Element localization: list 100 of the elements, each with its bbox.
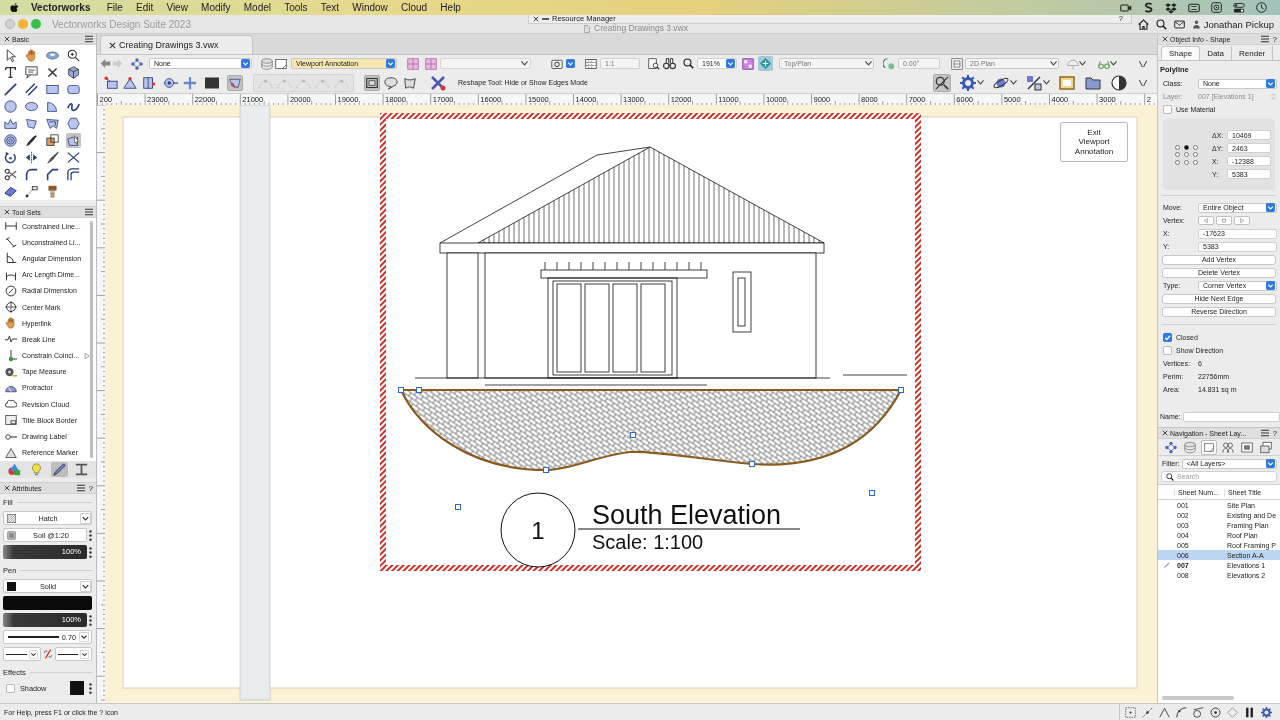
caret-down-icon[interactable] [1043,80,1050,85]
mirror-icon[interactable] [24,150,39,165]
document-tab[interactable]: Creating Drawings 3.vwx [100,35,253,54]
crossing-lines-icon[interactable] [66,150,81,165]
selection-handle[interactable] [416,387,422,393]
pause-icon[interactable] [1244,706,1255,718]
exit-viewport-annotation-button[interactable]: Exit Viewport Annotation [1060,122,1128,162]
snap-arc-icon[interactable] [1176,706,1187,718]
close-icon[interactable] [4,485,10,491]
caret-down-icon[interactable] [1110,61,1117,66]
apple-icon[interactable] [9,2,20,13]
line-icon[interactable] [3,82,18,97]
app-menu[interactable]: Vectorworks [31,2,98,13]
use-material-checkbox[interactable] [1163,105,1172,114]
anchor-point[interactable] [1184,144,1189,150]
close-icon[interactable] [4,209,10,215]
hidden-edge-icon[interactable] [227,74,243,91]
snap-magnifier-icon[interactable] [933,73,951,92]
binoculars-icon[interactable] [663,57,676,70]
ruler-grid-icon[interactable] [585,57,597,70]
zigzag-shape-icon[interactable] [3,116,18,131]
toggles-icon[interactable] [1233,1,1245,14]
user-name[interactable]: Jonathan Pickup [1203,18,1274,30]
camera-icon[interactable] [551,57,563,70]
eyedropper-icon[interactable] [24,133,39,148]
person-icon[interactable] [1191,19,1201,29]
double-line-icon[interactable] [24,82,39,97]
scrollbar[interactable] [1162,696,1234,700]
picture-frame-icon[interactable] [1058,73,1076,92]
viewport-icon[interactable] [1239,439,1255,455]
reshape-icon[interactable] [66,133,81,148]
offset-curves-icon[interactable] [66,167,81,182]
pen-color-field[interactable] [3,596,92,610]
crossed-tools-icon[interactable] [430,74,446,91]
hatched-ground-shape[interactable] [399,388,903,472]
close-icon[interactable] [533,15,539,22]
pen-nib-icon[interactable] [45,150,60,165]
diamonds-logo-icon[interactable] [1165,1,1177,14]
pencil-icon[interactable] [50,462,68,477]
cube-icon[interactable] [66,65,81,80]
name-field[interactable] [1182,411,1280,422]
contrast-icon[interactable] [1110,73,1128,92]
close-icon[interactable] [1162,36,1168,42]
quarter-arc-icon[interactable] [45,99,60,114]
scissors-icon[interactable] [3,167,18,182]
home-icon[interactable] [1137,18,1149,30]
rotate-icon[interactable] [3,150,18,165]
gear-icon[interactable] [1261,706,1272,718]
search-icon[interactable] [1155,18,1167,30]
minimize-icon[interactable] [542,17,549,20]
more-icon[interactable] [89,546,92,558]
menu-icon[interactable] [85,35,93,43]
color-swatch-icon[interactable] [70,681,84,695]
menu-item[interactable]: Window [345,2,395,13]
video-camera-icon[interactable] [1120,1,1132,14]
people-icon[interactable] [1220,439,1236,455]
eraser-icon[interactable] [3,184,18,199]
menu-icon[interactable] [1260,35,1269,43]
mail-icon[interactable] [1173,18,1185,30]
start-marker-dropdown[interactable] [3,647,41,661]
plan-view-icon[interactable] [951,57,963,70]
polygon-icon[interactable] [24,116,39,131]
menu-item[interactable]: File [100,2,130,13]
sheet-icon[interactable] [275,57,287,70]
caret-down-icon[interactable] [1010,80,1017,85]
selection-handle[interactable] [749,461,755,467]
snap-grid-icon[interactable] [1125,706,1136,718]
callout-icon[interactable] [24,65,39,80]
paint-brush-icon[interactable] [45,184,60,199]
chamfer-icon[interactable] [45,167,60,182]
end-marker-dropdown[interactable] [54,647,92,661]
concentric-rings-icon[interactable] [3,133,18,148]
rectangle-handle-icon[interactable] [103,74,119,91]
panel-tab[interactable]: Shape [1161,46,1201,60]
menu-item[interactable]: Tools [277,2,315,13]
option-checkbox[interactable] [1163,333,1172,342]
circle-icon[interactable] [3,99,18,114]
sheet-icon[interactable] [1201,439,1217,455]
diagonal-squares-icon[interactable] [1025,73,1043,92]
clock-icon[interactable] [1256,2,1267,13]
plus-icon[interactable] [182,74,198,91]
more-icon[interactable] [89,529,92,541]
more-icon[interactable] [89,682,92,694]
colored-shapes-icon[interactable] [5,462,23,477]
double-polygon-icon[interactable] [45,116,60,131]
display-icon[interactable] [1188,1,1200,14]
rectangle-icon[interactable] [45,82,60,97]
fillet-icon[interactable] [24,167,39,182]
stacked-windows-icon[interactable] [1258,439,1274,455]
close-icon[interactable] [1162,430,1168,436]
menu-item[interactable]: Cloud [394,2,434,13]
snap-point-icon[interactable] [1210,706,1221,718]
magnifier-icon[interactable] [683,58,694,69]
hexagon-icon[interactable] [66,116,81,131]
connector-icon[interactable] [24,184,39,199]
more-icon[interactable] [89,614,92,626]
broken-link-icon[interactable] [42,649,53,659]
selection-handle[interactable] [898,387,904,393]
caret-down-icon[interactable] [1079,61,1086,66]
cross-icon[interactable] [45,65,60,80]
